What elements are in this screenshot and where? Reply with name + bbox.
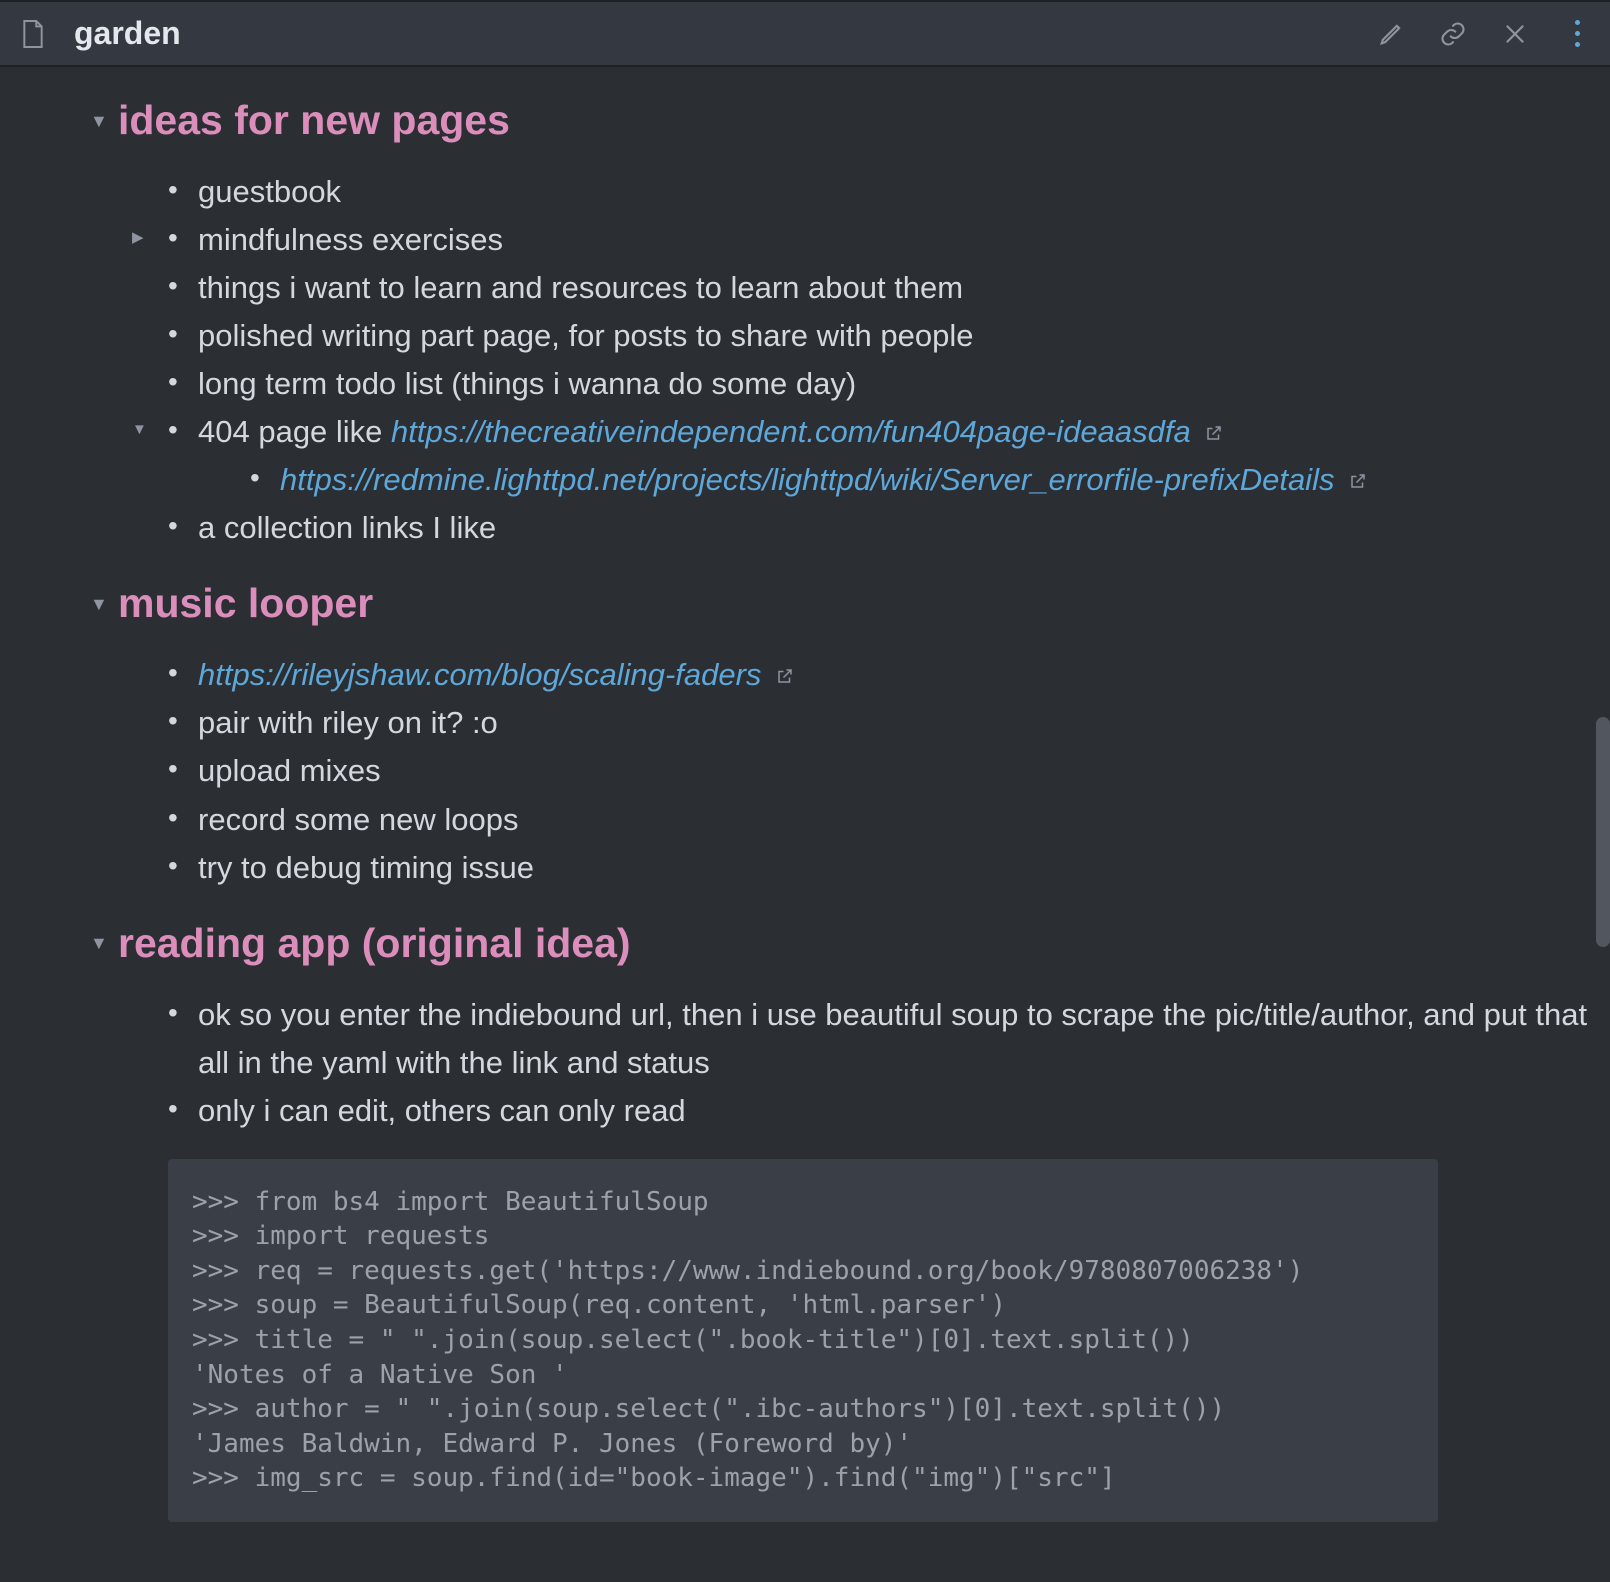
heading-text: music looper — [118, 580, 373, 627]
external-link[interactable]: https://thecreativeindependent.com/fun40… — [391, 414, 1191, 449]
sublist: https://redmine.lighttpd.net/projects/li… — [198, 456, 1610, 504]
chevron-down-icon[interactable] — [90, 112, 108, 130]
list-item: polished writing part page, for posts to… — [198, 312, 1610, 360]
list-item: upload mixes — [198, 747, 1610, 795]
content-area: ideas for new pages guestbook ▶ mindfuln… — [0, 67, 1610, 1582]
edit-button[interactable] — [1376, 19, 1406, 49]
external-link-icon — [1349, 456, 1367, 474]
section-music-looper: music looper https://rileyjshaw.com/blog… — [0, 580, 1610, 891]
list: guestbook ▶ mindfulness exercises things… — [118, 168, 1610, 552]
external-link[interactable]: https://rileyjshaw.com/blog/scaling-fade… — [198, 657, 761, 692]
page-title: garden — [74, 15, 181, 52]
titlebar-actions — [1376, 19, 1592, 49]
chevron-right-icon[interactable]: ▶ — [132, 226, 144, 249]
list-item: ▶ mindfulness exercises — [198, 216, 1610, 264]
external-link[interactable]: https://redmine.lighttpd.net/projects/li… — [280, 462, 1334, 497]
heading-text: ideas for new pages — [118, 97, 510, 144]
list-item: pair with riley on it? :o — [198, 699, 1610, 747]
chevron-down-icon[interactable] — [90, 934, 108, 952]
section-reading-app: reading app (original idea) ok so you en… — [0, 920, 1610, 1522]
list: https://rileyjshaw.com/blog/scaling-fade… — [118, 651, 1610, 891]
list-item: https://redmine.lighttpd.net/projects/li… — [280, 456, 1610, 504]
close-button[interactable] — [1500, 19, 1530, 49]
list-item: only i can edit, others can only read — [198, 1087, 1610, 1135]
list-item: guestbook — [198, 168, 1610, 216]
list: ok so you enter the indiebound url, then… — [118, 991, 1610, 1135]
more-button[interactable] — [1562, 19, 1592, 49]
file-icon — [20, 18, 46, 50]
section-heading[interactable]: reading app (original idea) — [118, 920, 1610, 967]
list-item: a collection links I like — [198, 504, 1610, 552]
list-item: record some new loops — [198, 796, 1610, 844]
heading-text: reading app (original idea) — [118, 920, 631, 967]
external-link-icon — [776, 651, 794, 669]
scrollbar-thumb[interactable] — [1596, 717, 1610, 947]
list-item: things i want to learn and resources to … — [198, 264, 1610, 312]
list-item: https://rileyjshaw.com/blog/scaling-fade… — [198, 651, 1610, 699]
titlebar: garden — [0, 0, 1610, 67]
list-item: ok so you enter the indiebound url, then… — [198, 991, 1610, 1087]
link-button[interactable] — [1438, 19, 1468, 49]
list-item: ▼ 404 page like https://thecreativeindep… — [198, 408, 1610, 504]
code-block: >>> from bs4 import BeautifulSoup >>> im… — [168, 1159, 1438, 1522]
chevron-down-icon[interactable] — [90, 595, 108, 613]
section-ideas: ideas for new pages guestbook ▶ mindfuln… — [0, 97, 1610, 552]
list-item: long term todo list (things i wanna do s… — [198, 360, 1610, 408]
external-link-icon — [1205, 408, 1223, 426]
list-item: try to debug timing issue — [198, 844, 1610, 892]
section-heading[interactable]: music looper — [118, 580, 1610, 627]
chevron-down-icon[interactable]: ▼ — [132, 418, 147, 441]
section-heading[interactable]: ideas for new pages — [118, 97, 1610, 144]
